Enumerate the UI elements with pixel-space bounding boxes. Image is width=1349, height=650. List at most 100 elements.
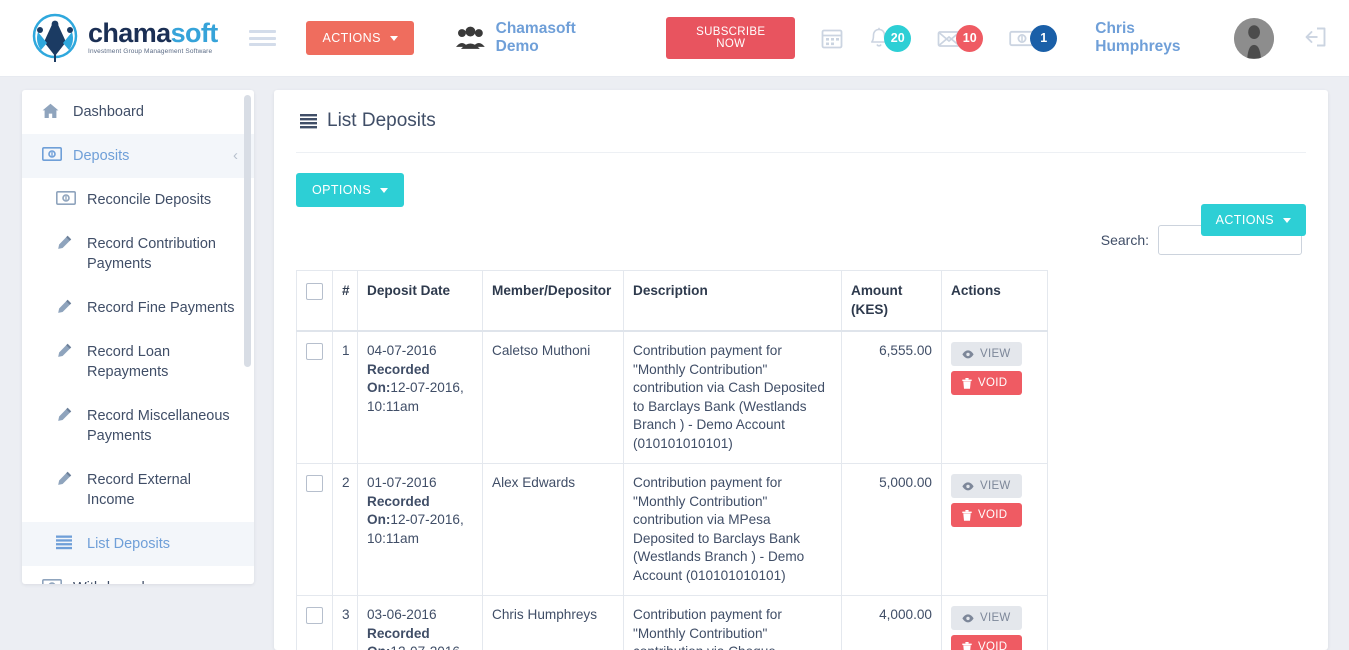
group-switcher[interactable]: Chamasoft Demo (456, 20, 622, 56)
money-icon (56, 191, 76, 205)
column-header-number[interactable]: # (333, 271, 358, 332)
row-member: Alex Edwards (483, 464, 624, 596)
eye-icon (962, 614, 974, 623)
deposit-date-value: 04-07-2016 (367, 343, 437, 358)
eye-icon (962, 482, 974, 491)
calendar-icon (821, 27, 843, 49)
user-name-label[interactable]: Chris Humphreys (1095, 20, 1222, 56)
transactions-badge: 1 (1030, 25, 1057, 52)
user-avatar[interactable] (1234, 18, 1274, 59)
panel-divider (296, 152, 1306, 153)
chamasoft-people-logo-icon (28, 12, 82, 64)
money-icon (42, 579, 62, 584)
row-actions-cell: VIEW VOID (942, 464, 1048, 596)
sidebar-scroll-area: Dashboard Deposits‹ Reconcile Deposits R… (22, 90, 254, 584)
deposit-date-value: 01-07-2016 (367, 475, 437, 490)
money-icon (56, 190, 78, 205)
subscribe-label: SUBSCRIBE NOW (696, 26, 765, 50)
view-label: VIEW (980, 480, 1011, 492)
row-checkbox[interactable] (306, 607, 323, 624)
trash-icon (962, 510, 972, 521)
panel-actions-button[interactable]: ACTIONS (1201, 204, 1306, 236)
chevron-down-icon (380, 188, 388, 193)
notifications-button[interactable]: 20 (869, 25, 911, 52)
column-header-actions: Actions (942, 271, 1048, 332)
sidebar-item-record-contribution-payments[interactable]: Record Contribution Payments (22, 222, 254, 286)
calendar-button[interactable] (821, 27, 843, 49)
row-deposit-date: 01-07-2016Recorded On:12-07-2016, 10:11a… (358, 464, 483, 596)
row-member: Caletso Muthoni (483, 331, 624, 464)
chevron-down-icon (390, 36, 398, 41)
sidebar-item-label: Record External Income (87, 470, 238, 510)
list-icon (300, 113, 317, 129)
main-content-panel: List Deposits ACTIONS OPTIONS Search: # … (274, 90, 1328, 650)
sidebar-item-record-loan-repayments[interactable]: Record Loan Repayments (22, 330, 254, 394)
avatar-silhouette-icon (1234, 18, 1274, 59)
sidebar-item-label: Record Contribution Payments (87, 234, 238, 274)
header-right-tools: 20 10 1 Chris Humphreys (795, 18, 1349, 59)
trash-icon (962, 642, 972, 650)
search-label: Search: (1101, 232, 1149, 248)
table-head: # Deposit Date Member/Depositor Descript… (297, 271, 1048, 332)
view-button[interactable]: VIEW (951, 606, 1022, 630)
header-actions-button[interactable]: ACTIONS (306, 21, 413, 55)
pencil-icon (56, 406, 78, 423)
sidebar-item-list-deposits[interactable]: List Deposits (22, 522, 254, 566)
hamburger-menu-icon[interactable] (249, 27, 277, 49)
column-header-description[interactable]: Description (624, 271, 842, 332)
sidebar-item-reconcile-deposits[interactable]: Reconcile Deposits (22, 178, 254, 222)
messages-button[interactable]: 10 (937, 25, 983, 52)
row-actions-cell: VIEW VOID (942, 331, 1048, 464)
table-row: 201-07-2016Recorded On:12-07-2016, 10:11… (297, 464, 1048, 596)
sidebar-navigation: Dashboard Deposits‹ Reconcile Deposits R… (22, 90, 254, 584)
sidebar-item-withdrawals[interactable]: Withdrawals‹ (22, 566, 254, 584)
void-label: VOID (978, 377, 1007, 389)
sidebar-scrollbar[interactable] (244, 95, 251, 367)
column-header-deposit-date[interactable]: Deposit Date (358, 271, 483, 332)
users-group-icon (456, 26, 485, 50)
group-name-label: Chamasoft Demo (496, 20, 623, 56)
void-button[interactable]: VOID (951, 503, 1022, 527)
row-description: Contribution payment for "Monthly Contri… (624, 596, 842, 650)
void-button[interactable]: VOID (951, 635, 1022, 650)
sidebar-item-record-fine-payments[interactable]: Record Fine Payments (22, 286, 254, 330)
row-select-cell (297, 596, 333, 650)
sidebar-item-record-external-income[interactable]: Record External Income (22, 458, 254, 522)
deposit-date-value: 03-06-2016 (367, 607, 437, 622)
column-header-member[interactable]: Member/Depositor (483, 271, 624, 332)
pencil-icon (56, 235, 72, 251)
column-header-amount[interactable]: Amount (KES) (842, 271, 942, 332)
sidebar-item-dashboard[interactable]: Dashboard (22, 90, 254, 134)
chevron-left-icon: ‹ (229, 578, 238, 584)
app-logo[interactable]: chamasoft Investment Group Management So… (28, 12, 218, 64)
pencil-icon (56, 342, 78, 359)
money-icon (42, 146, 64, 161)
table-row: 104-07-2016Recorded On:12-07-2016, 10:11… (297, 331, 1048, 464)
pencil-icon (56, 299, 72, 315)
sidebar-item-label: Dashboard (73, 102, 238, 122)
void-button[interactable]: VOID (951, 371, 1022, 395)
sidebar-item-label: Deposits (73, 146, 229, 166)
view-button[interactable]: VIEW (951, 342, 1022, 366)
transactions-button[interactable]: 1 (1009, 25, 1057, 52)
row-amount: 4,000.00 (842, 596, 942, 650)
view-button[interactable]: VIEW (951, 474, 1022, 498)
sidebar-item-label: Reconcile Deposits (87, 190, 238, 210)
eye-icon (962, 350, 974, 359)
deposits-table-wrapper: # Deposit Date Member/Depositor Descript… (296, 270, 1047, 650)
logo-word-soft: soft (171, 18, 218, 48)
logout-button[interactable] (1304, 26, 1327, 51)
row-amount: 6,555.00 (842, 331, 942, 464)
sidebar-item-record-miscellaneous-payments[interactable]: Record Miscellaneous Payments (22, 394, 254, 458)
subscribe-now-button[interactable]: SUBSCRIBE NOW (666, 17, 795, 59)
sidebar-item-deposits[interactable]: Deposits‹ (22, 134, 254, 178)
row-checkbox[interactable] (306, 343, 323, 360)
options-button[interactable]: OPTIONS (296, 173, 404, 207)
table-header-row: # Deposit Date Member/Depositor Descript… (297, 271, 1048, 332)
select-all-checkbox[interactable] (306, 283, 323, 300)
table-row: 303-06-2016Recorded On:12-07-2016, 10:11… (297, 596, 1048, 650)
hamburger-bar (249, 43, 277, 46)
column-header-select (297, 271, 333, 332)
search-row: Search: (274, 207, 1328, 255)
row-checkbox[interactable] (306, 475, 323, 492)
